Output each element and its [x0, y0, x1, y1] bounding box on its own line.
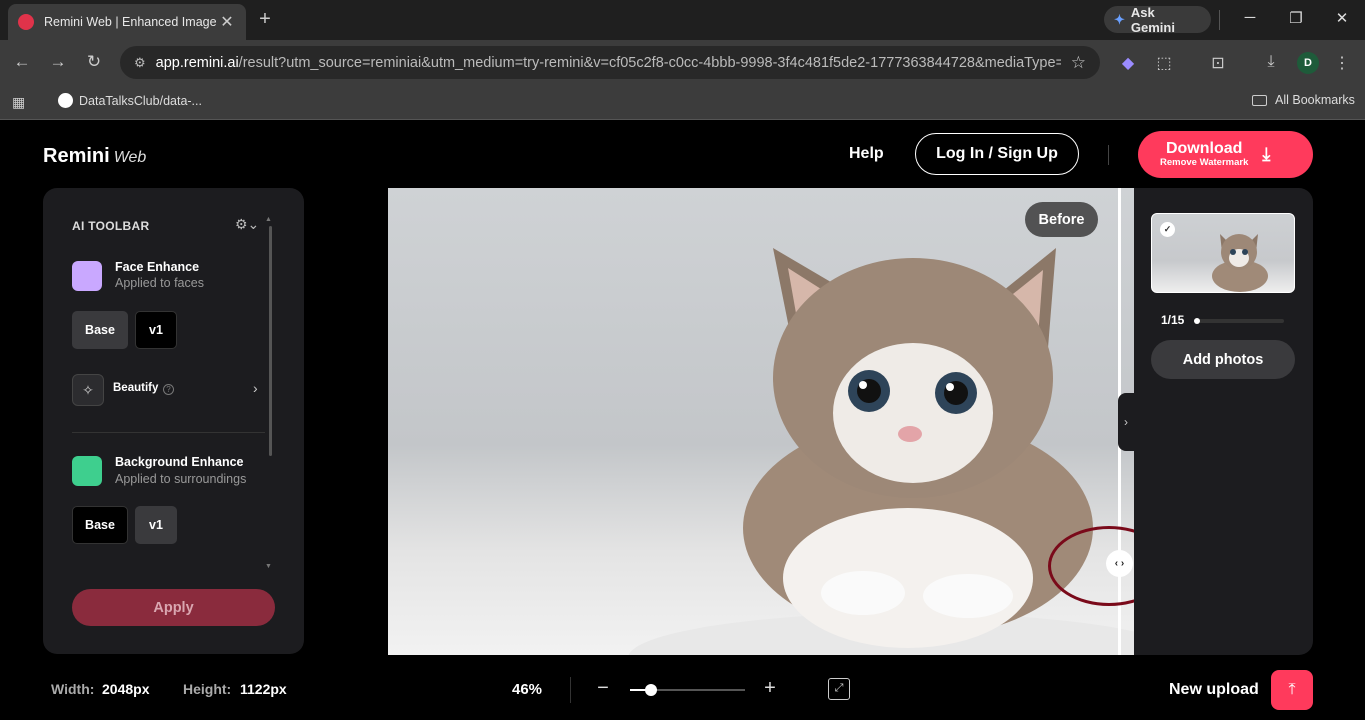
download-button[interactable]: Download Remove Watermark ⤓ [1138, 131, 1313, 178]
gallery-progress-fill [1194, 318, 1201, 324]
download-icon[interactable]: ⤓ [1260, 53, 1282, 71]
restore-icon[interactable]: ❐ [1286, 9, 1306, 27]
enhanced-photo [388, 188, 1134, 655]
browser-tab[interactable]: Remini Web | Enhanced Image ✕ [8, 4, 246, 40]
download-sublabel: Remove Watermark [1160, 157, 1249, 168]
zoom-out-icon[interactable]: − [593, 677, 613, 700]
ask-gemini-label: Ask Gemini [1130, 4, 1175, 35]
new-upload-label[interactable]: New upload [1169, 681, 1259, 699]
minimize-icon[interactable]: ─ [1240, 9, 1260, 26]
profile-avatar[interactable]: D [1297, 52, 1319, 74]
tab-search-icon[interactable]: ⊡ [1207, 53, 1229, 73]
photo-thumbnail[interactable]: ✓ [1151, 213, 1295, 293]
background-enhance-icon [72, 456, 102, 486]
gallery-progress [1194, 318, 1284, 324]
panel-scrollbar[interactable] [269, 226, 272, 456]
download-label: Download [1165, 140, 1243, 157]
close-window-icon[interactable]: ✕ [1332, 9, 1352, 27]
info-icon[interactable]: ? [163, 384, 174, 395]
face-enhance-subtitle: Applied to faces [115, 276, 204, 290]
add-photos-button[interactable]: Add photos [1151, 340, 1295, 379]
bookmark-star-icon[interactable]: ☆ [1071, 53, 1086, 73]
address-bar[interactable]: ⚙ app.remini.ai/result?utm_source=remini… [120, 46, 1100, 79]
viewer-footer: Width: 2048px Height: 1122px 46% − + ⤢ N… [0, 669, 1365, 714]
section-divider [72, 432, 265, 433]
header-divider [1108, 145, 1109, 165]
apps-grid-icon[interactable]: ▦ [12, 94, 25, 111]
width-value: 2048px [102, 681, 150, 697]
bookmarks-bar: ▦ DataTalksClub/data-... All Bookmarks [0, 86, 1365, 120]
face-enhance-icon [72, 261, 102, 291]
scroll-up-icon[interactable]: ▲ [265, 216, 272, 223]
scroll-down-icon[interactable]: ▼ [265, 563, 272, 570]
settings-gear-icon[interactable]: ⚙⌄ [235, 216, 259, 233]
remini-favicon-icon [18, 14, 34, 30]
face-enhance-title: Face Enhance [115, 260, 200, 274]
help-link[interactable]: Help [849, 145, 884, 163]
puzzle-extensions-icon[interactable]: ⬚ [1153, 53, 1175, 73]
extension-icon[interactable]: ◆ [1117, 53, 1139, 73]
github-icon [58, 93, 73, 108]
browser-toolbar: ← → ↻ ⚙ app.remini.ai/result?utm_source=… [0, 40, 1365, 86]
kitten-illustration [628, 248, 1134, 655]
collapse-panel-button[interactable]: › [1118, 393, 1134, 451]
logo-sub: Web [113, 149, 147, 166]
reload-icon[interactable]: ↻ [82, 52, 106, 72]
remini-app: Remini Web Help Log In / Sign Up Download… [0, 121, 1365, 720]
url-host: app.remini.ai [155, 54, 239, 71]
zoom-divider [570, 677, 571, 703]
height-label: Height: [183, 681, 232, 697]
gallery-panel: ✓ 1/15 Add photos [1134, 188, 1313, 655]
close-tab-icon[interactable]: ✕ [218, 12, 236, 32]
height-value: 1122px [240, 681, 287, 697]
background-enhance-title: Background Enhance [115, 455, 244, 469]
bookmark-label: DataTalksClub/data-... [79, 93, 202, 108]
background-enhance-subtitle: Applied to surroundings [115, 472, 247, 486]
all-bookmarks-label: All Bookmarks [1275, 93, 1355, 107]
zoom-level: 46% [512, 681, 543, 698]
photo-counter: 1/15 [1161, 313, 1185, 327]
ask-gemini-button[interactable]: ✦ Ask Gemini [1104, 4, 1211, 35]
new-tab-button[interactable]: + [255, 8, 275, 32]
remini-logo[interactable]: Remini Web [43, 145, 146, 168]
download-arrow-icon: ⤓ [1262, 144, 1271, 164]
beautify-label[interactable]: Beautify [113, 382, 158, 394]
panel-title: AI TOOLBAR [72, 219, 150, 233]
selected-check-icon: ✓ [1160, 222, 1175, 237]
gemini-sparkle-icon: ✦ [1114, 11, 1125, 27]
face-v1-option[interactable]: v1 [135, 311, 177, 349]
apply-button[interactable]: Apply [72, 589, 275, 626]
ai-toolbar-panel: AI TOOLBAR ⚙⌄ ▲ ▼ Face Enhance Applied t… [43, 188, 304, 654]
before-label: Before [1025, 202, 1098, 237]
beautify-icon: ✧ [72, 374, 104, 406]
url-path: /result?utm_source=reminiai&utm_medium=t… [238, 54, 1061, 71]
bg-base-option[interactable]: Base [72, 506, 128, 544]
zoom-in-icon[interactable]: + [760, 677, 780, 700]
zoom-slider-knob[interactable] [644, 684, 657, 696]
back-icon[interactable]: ← [10, 52, 34, 72]
more-menu-icon[interactable]: ⋮ [1331, 53, 1353, 73]
upload-icon[interactable]: ⤒ [1271, 670, 1313, 710]
browser-tab-bar: Remini Web | Enhanced Image ✕ + ✦ Ask Ge… [0, 0, 1365, 40]
bookmark-datatalksclub[interactable]: DataTalksClub/data-... [58, 93, 202, 108]
logo-text: Remini [43, 145, 110, 167]
forward-icon[interactable]: → [46, 52, 70, 72]
fullscreen-icon[interactable]: ⤢ [828, 678, 850, 700]
image-viewer[interactable]: Before ‹ › [388, 188, 1134, 655]
login-signup-button[interactable]: Log In / Sign Up [915, 133, 1079, 175]
url-text: app.remini.ai/result?utm_source=reminiai… [156, 55, 1061, 71]
download-text: Download Remove Watermark [1160, 140, 1248, 169]
zoom-slider[interactable] [630, 684, 745, 696]
all-bookmarks-button[interactable]: All Bookmarks [1252, 93, 1355, 107]
bg-v1-option[interactable]: v1 [135, 506, 177, 544]
face-base-option[interactable]: Base [72, 311, 128, 349]
site-settings-icon[interactable]: ⚙ [134, 55, 146, 71]
chevron-right-icon[interactable]: › [253, 380, 258, 396]
tab-title: Remini Web | Enhanced Image [44, 15, 217, 29]
width-label: Width: [51, 681, 95, 697]
tabbar-divider [1219, 10, 1220, 30]
folder-icon [1252, 94, 1267, 106]
